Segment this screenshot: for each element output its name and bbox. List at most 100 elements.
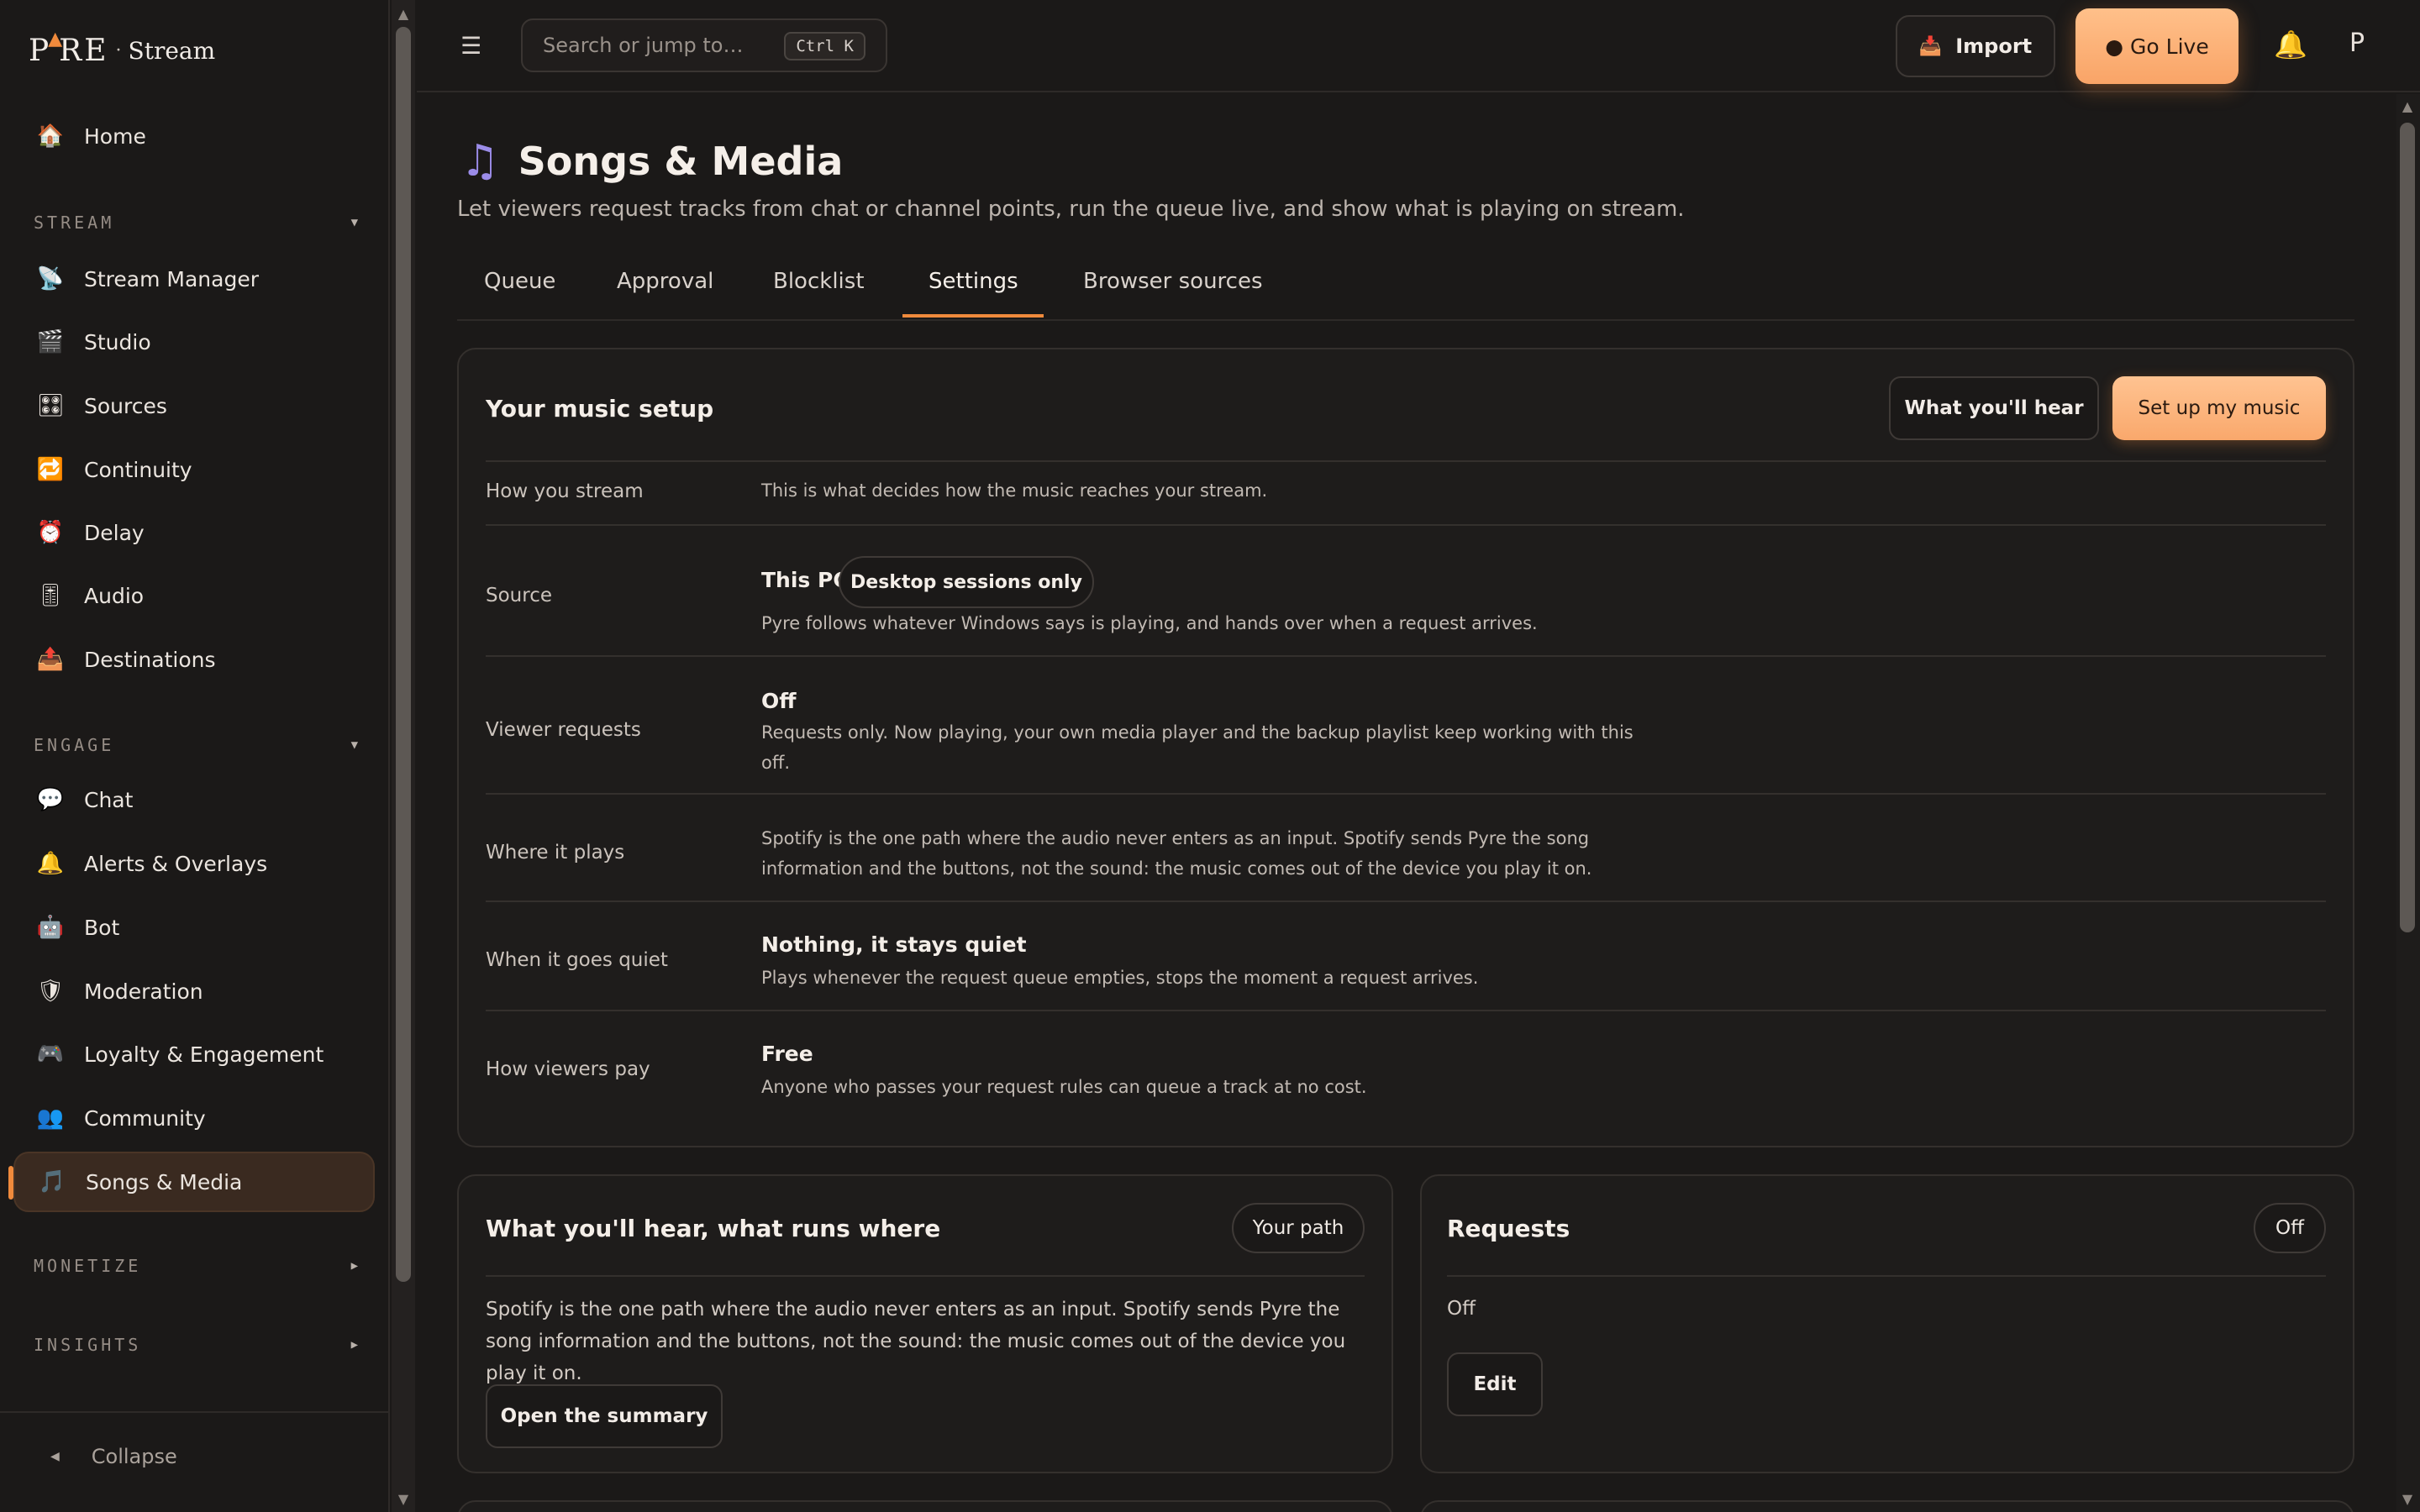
sidebar-scrollbar-thumb[interactable]	[396, 27, 411, 1282]
tab-bar: Queue Approval Blocklist Settings Browse…	[457, 252, 2354, 321]
what-youll-hear-text: Spotify is the one path where the audio …	[486, 1299, 1346, 1384]
scroll-up-arrow-icon[interactable]: ▲	[395, 5, 412, 22]
sidebar-item-label: Delay	[84, 520, 145, 545]
your-path-pill[interactable]: Your path	[1232, 1203, 1365, 1253]
import-button[interactable]: 📥 Import	[1896, 15, 2055, 77]
brand-product: Stream	[128, 36, 216, 65]
edit-requests-button[interactable]: Edit	[1447, 1352, 1543, 1416]
row-label-how-pay: How viewers pay	[486, 1058, 650, 1080]
sidebar-item-moderation[interactable]: 🛡 Moderation	[13, 961, 375, 1021]
sidebar-item-stream-manager[interactable]: 📡 Stream Manager	[13, 249, 375, 309]
row-text-viewer-requests: Requests only. Now playing, your own med…	[761, 722, 1634, 773]
brand-separator: ·	[115, 39, 122, 61]
brand-logo[interactable]: P ▲ RE · Stream	[29, 25, 215, 76]
divider	[1447, 1275, 2326, 1277]
viewer-requests-value: Off	[761, 689, 797, 713]
sidebar-item-audio[interactable]: 🎚 Audio	[13, 565, 375, 626]
sidebar-section-stream[interactable]: STREAM ▼	[34, 210, 361, 235]
sidebar-item-delay[interactable]: ⏰ Delay	[13, 502, 375, 563]
active-tab-indicator	[902, 314, 1044, 318]
what-youll-hear-button[interactable]: What you'll hear	[1889, 376, 2099, 440]
set-up-my-music-button[interactable]: Set up my music	[2112, 376, 2326, 440]
sidebar-item-label: Loyalty & Engagement	[84, 1042, 324, 1067]
sidebar-item-label: Studio	[84, 329, 151, 354]
sidebar-item-label: Continuity	[84, 457, 192, 482]
menu-icon[interactable]: ☰	[460, 32, 481, 60]
sidebar-item-sources[interactable]: 🎛 Sources	[13, 375, 375, 436]
caret-right-icon: ▶	[350, 1338, 361, 1352]
shield-icon: 🛡	[36, 979, 65, 1004]
sidebar-item-label: Sources	[84, 393, 167, 418]
divider	[486, 655, 2326, 657]
divider	[486, 793, 2326, 795]
notifications-bell-icon[interactable]: 🔔	[2274, 29, 2307, 60]
tab-blocklist[interactable]: Blocklist	[773, 269, 865, 321]
sidebar-item-chat[interactable]: 💬 Chat	[13, 769, 375, 830]
open-summary-button[interactable]: Open the summary	[486, 1384, 723, 1448]
sidebar-footer: ◀ Collapse	[0, 1411, 388, 1512]
page-header: ♫ Songs & Media	[460, 136, 843, 186]
music-setup-title: Your music setup	[486, 395, 714, 423]
sidebar-item-continuity[interactable]: 🔁 Continuity	[13, 439, 375, 500]
sidebar-section-insights[interactable]: INSIGHTS ▶	[34, 1332, 361, 1357]
requests-status-text: Off	[1447, 1298, 1476, 1320]
scroll-down-arrow-icon[interactable]: ▼	[2399, 1490, 2416, 1507]
search-input[interactable]: Search or jump to… Ctrl K	[521, 18, 887, 72]
requests-title: Requests	[1447, 1215, 1570, 1242]
sidebar-item-bot[interactable]: 🤖 Bot	[13, 897, 375, 958]
row-label-when-quiet: When it goes quiet	[486, 949, 668, 971]
section-label: ENGAGE	[34, 735, 115, 755]
audio-slider-icon: 🎚	[36, 583, 65, 608]
go-live-button[interactable]: ● Go Live	[2075, 8, 2238, 84]
main-scrollbar-thumb[interactable]	[2400, 123, 2415, 932]
tab-queue[interactable]: Queue	[484, 269, 555, 321]
sidebar-item-label: Songs & Media	[86, 1169, 243, 1194]
search-placeholder: Search or jump to…	[543, 34, 744, 57]
sources-grid-icon: 🎛	[36, 393, 65, 418]
robot-icon: 🤖	[36, 915, 65, 940]
requests-status-pill[interactable]: Off	[2254, 1203, 2326, 1253]
tab-settings[interactable]: Settings	[929, 269, 1018, 321]
tab-approval[interactable]: Approval	[617, 269, 713, 321]
when-quiet-value: Nothing, it stays quiet	[761, 932, 1027, 957]
divider	[486, 1275, 1365, 1277]
scroll-down-arrow-icon[interactable]: ▼	[395, 1490, 412, 1507]
tab-browser-sources[interactable]: Browser sources	[1083, 269, 1263, 321]
sidebar-item-songs-media[interactable]: 🎵 Songs & Media	[13, 1152, 375, 1212]
repeat-icon: 🔁	[36, 457, 65, 482]
section-label: INSIGHTS	[34, 1335, 142, 1355]
row-label-where-it-plays: Where it plays	[486, 842, 625, 864]
collapse-label: Collapse	[91, 1445, 177, 1468]
bell-icon: 🔔	[36, 851, 65, 876]
sidebar-item-destinations[interactable]: 📤 Destinations	[13, 629, 375, 690]
sidebar-section-engage[interactable]: ENGAGE ▼	[34, 732, 361, 758]
sidebar-section-monetize[interactable]: MONETIZE ▶	[34, 1253, 361, 1278]
import-label: Import	[1955, 34, 2033, 58]
sidebar-item-community[interactable]: 👥 Community	[13, 1088, 375, 1148]
what-youll-hear-title: What you'll hear, what runs where	[486, 1215, 941, 1242]
sidebar-item-home[interactable]: 🏠 Home	[13, 106, 375, 166]
flame-icon: ▲	[48, 28, 63, 50]
row-text-how-pay: Anyone who passes your request rules can…	[761, 1077, 1367, 1097]
divider	[486, 524, 2326, 526]
caret-left-icon: ◀	[50, 1450, 60, 1463]
scroll-up-arrow-icon[interactable]: ▲	[2399, 97, 2416, 114]
clapperboard-icon: 🎬	[36, 329, 65, 354]
sidebar-item-label: Audio	[84, 583, 145, 608]
avatar[interactable]: P	[2349, 29, 2365, 58]
top-bar: ☰ Search or jump to… Ctrl K 📥 Import ● G…	[417, 0, 2420, 92]
sidebar-item-label: Community	[84, 1105, 206, 1131]
brand-name-rest: RE	[59, 33, 109, 68]
speech-bubble-icon: 💬	[36, 787, 65, 812]
sidebar-item-label: Moderation	[84, 979, 203, 1004]
sidebar-item-studio[interactable]: 🎬 Studio	[13, 312, 375, 372]
music-note-icon: 🎵	[38, 1169, 66, 1194]
row-text-how-you-stream: This is what decides how the music reach…	[761, 480, 1268, 501]
sidebar-item-label: Chat	[84, 787, 134, 812]
collapse-button[interactable]: ◀ Collapse	[50, 1445, 177, 1468]
sidebar-item-alerts-overlays[interactable]: 🔔 Alerts & Overlays	[13, 833, 375, 894]
sidebar-item-loyalty-engagement[interactable]: 🎮 Loyalty & Engagement	[13, 1024, 375, 1084]
satellite-dish-icon: 📡	[36, 266, 65, 291]
search-shortcut: Ctrl K	[784, 32, 865, 60]
desktop-sessions-chip: Desktop sessions only	[839, 556, 1094, 608]
